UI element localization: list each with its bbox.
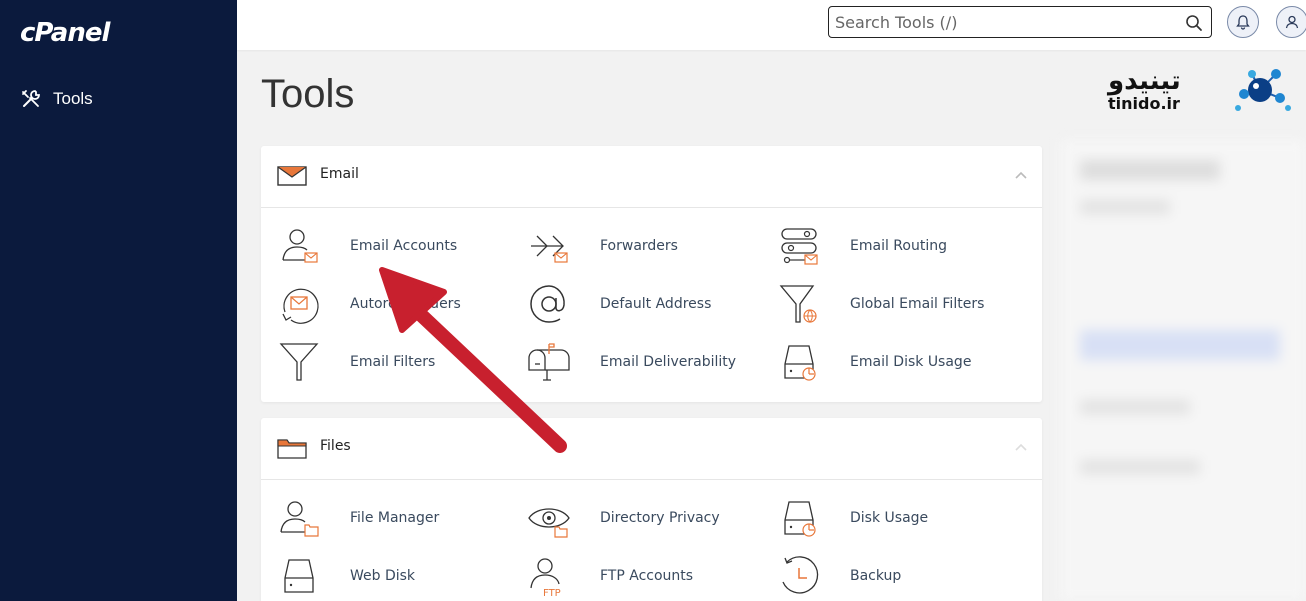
tools-icon — [22, 90, 40, 107]
tool-label: Forwarders — [600, 238, 678, 254]
top-header — [237, 0, 1306, 50]
tool-label: FTP Accounts — [600, 568, 694, 584]
tool-label: Email Deliverability — [600, 354, 737, 370]
page-title: Tools — [261, 72, 355, 116]
watermark-en-text: tinido.ir — [1108, 94, 1180, 113]
disk-usage-icon — [784, 345, 816, 381]
tool-label: Email Accounts — [350, 238, 458, 254]
tool-label: Web Disk — [350, 568, 416, 584]
tool-email-accounts[interactable]: Email Accounts — [277, 224, 457, 268]
search-icon[interactable] — [1185, 14, 1203, 32]
cpanel-logo[interactable]: cPanel — [20, 18, 110, 48]
molecule-icon — [1235, 69, 1291, 111]
tool-ftp-accounts[interactable]: FTP FTP Accounts — [527, 554, 693, 598]
files-section-header[interactable]: Files — [261, 418, 1042, 480]
tool-label: Autoresponders — [350, 296, 461, 312]
eye-icon — [528, 508, 570, 538]
sidebar-item-label: Tools — [53, 89, 93, 108]
at-sign-icon — [530, 285, 565, 323]
search-input[interactable] — [835, 11, 1175, 33]
tool-email-deliverability[interactable]: Email Deliverability — [527, 340, 736, 384]
tool-backup[interactable]: Backup — [777, 554, 901, 598]
blurred-sidebar-content — [1060, 140, 1306, 601]
files-section-title: Files — [320, 438, 351, 454]
mailbox-icon — [528, 343, 570, 381]
filter-icon — [279, 343, 319, 381]
tool-autoresponders[interactable]: Autoresponders — [277, 282, 461, 326]
chevron-up-icon[interactable] — [1014, 440, 1028, 454]
email-routing-icon — [781, 228, 818, 265]
folder-icon — [277, 439, 307, 459]
tool-forwarders[interactable]: Forwarders — [527, 224, 678, 268]
tool-label: Default Address — [600, 296, 712, 312]
tool-directory-privacy[interactable]: Directory Privacy — [527, 496, 720, 540]
search-box — [828, 6, 1212, 38]
tool-label: Email Routing — [850, 238, 947, 254]
tool-label: Email Disk Usage — [850, 354, 972, 370]
global-filter-icon — [779, 285, 817, 323]
tool-global-email-filters[interactable]: Global Email Filters — [777, 282, 984, 326]
sidebar-item-tools[interactable]: Tools — [20, 86, 220, 112]
autoresponders-icon — [282, 288, 319, 324]
tool-label: Backup — [850, 568, 902, 584]
web-disk-icon — [284, 559, 314, 593]
watermark-logo: تینیدو tinido.ir — [1100, 64, 1300, 116]
tool-file-manager[interactable]: File Manager — [277, 496, 439, 540]
disk-usage-icon — [784, 501, 816, 537]
email-section-title: Email — [320, 166, 359, 182]
tool-web-disk[interactable]: Web Disk — [277, 554, 415, 598]
file-manager-icon — [280, 501, 319, 537]
tool-email-disk-usage[interactable]: Email Disk Usage — [777, 340, 971, 384]
watermark-fa-text: تینیدو — [1108, 66, 1181, 96]
files-section: Files File Manager Directory Privacy Dis… — [261, 418, 1042, 601]
email-section: Email Email Accounts Forwarders Email Ro… — [261, 146, 1042, 402]
ftp-accounts-icon: FTP — [530, 558, 561, 598]
email-accounts-icon — [282, 229, 318, 263]
envelope-icon — [277, 166, 307, 186]
notifications-button[interactable] — [1227, 6, 1259, 38]
forwarders-icon — [531, 235, 568, 263]
tool-email-filters[interactable]: Email Filters — [277, 340, 435, 384]
chevron-up-icon[interactable] — [1014, 168, 1028, 182]
sidebar: cPanel Tools — [0, 0, 237, 601]
bell-icon — [1236, 15, 1250, 30]
backup-icon — [782, 556, 819, 594]
tool-label: Directory Privacy — [600, 510, 720, 526]
user-menu-button[interactable] — [1276, 6, 1306, 38]
tool-label: Disk Usage — [850, 510, 929, 526]
tool-email-routing[interactable]: Email Routing — [777, 224, 947, 268]
tool-label: File Manager — [350, 510, 440, 526]
tool-label: Email Filters — [350, 354, 436, 370]
tool-disk-usage[interactable]: Disk Usage — [777, 496, 928, 540]
tool-label: Global Email Filters — [850, 296, 985, 312]
email-section-header[interactable]: Email — [261, 146, 1042, 208]
user-icon — [1285, 15, 1299, 29]
svg-text:FTP: FTP — [543, 588, 561, 598]
tool-default-address[interactable]: Default Address — [527, 282, 711, 326]
